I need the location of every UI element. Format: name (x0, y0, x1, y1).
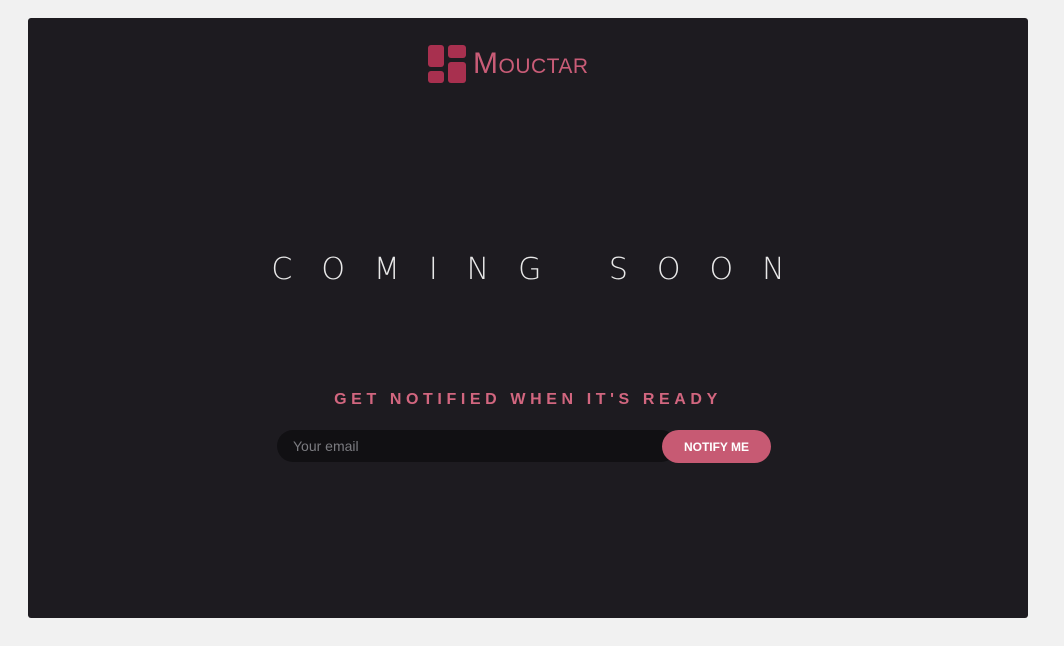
brand[interactable]: Mouctar (428, 44, 589, 84)
brand-name: Mouctar (473, 47, 589, 80)
signup-form: NOTIFY ME (277, 430, 771, 463)
coming-soon-panel: Mouctar COMING SOON GET NOTIFIED WHEN IT… (28, 18, 1028, 618)
email-input[interactable] (277, 430, 677, 462)
dashboard-tiles-icon (428, 45, 466, 83)
coming-soon-headline: COMING SOON (271, 252, 814, 287)
notify-subheading: GET NOTIFIED WHEN IT'S READY (334, 391, 722, 408)
notify-me-button[interactable]: NOTIFY ME (662, 430, 771, 463)
